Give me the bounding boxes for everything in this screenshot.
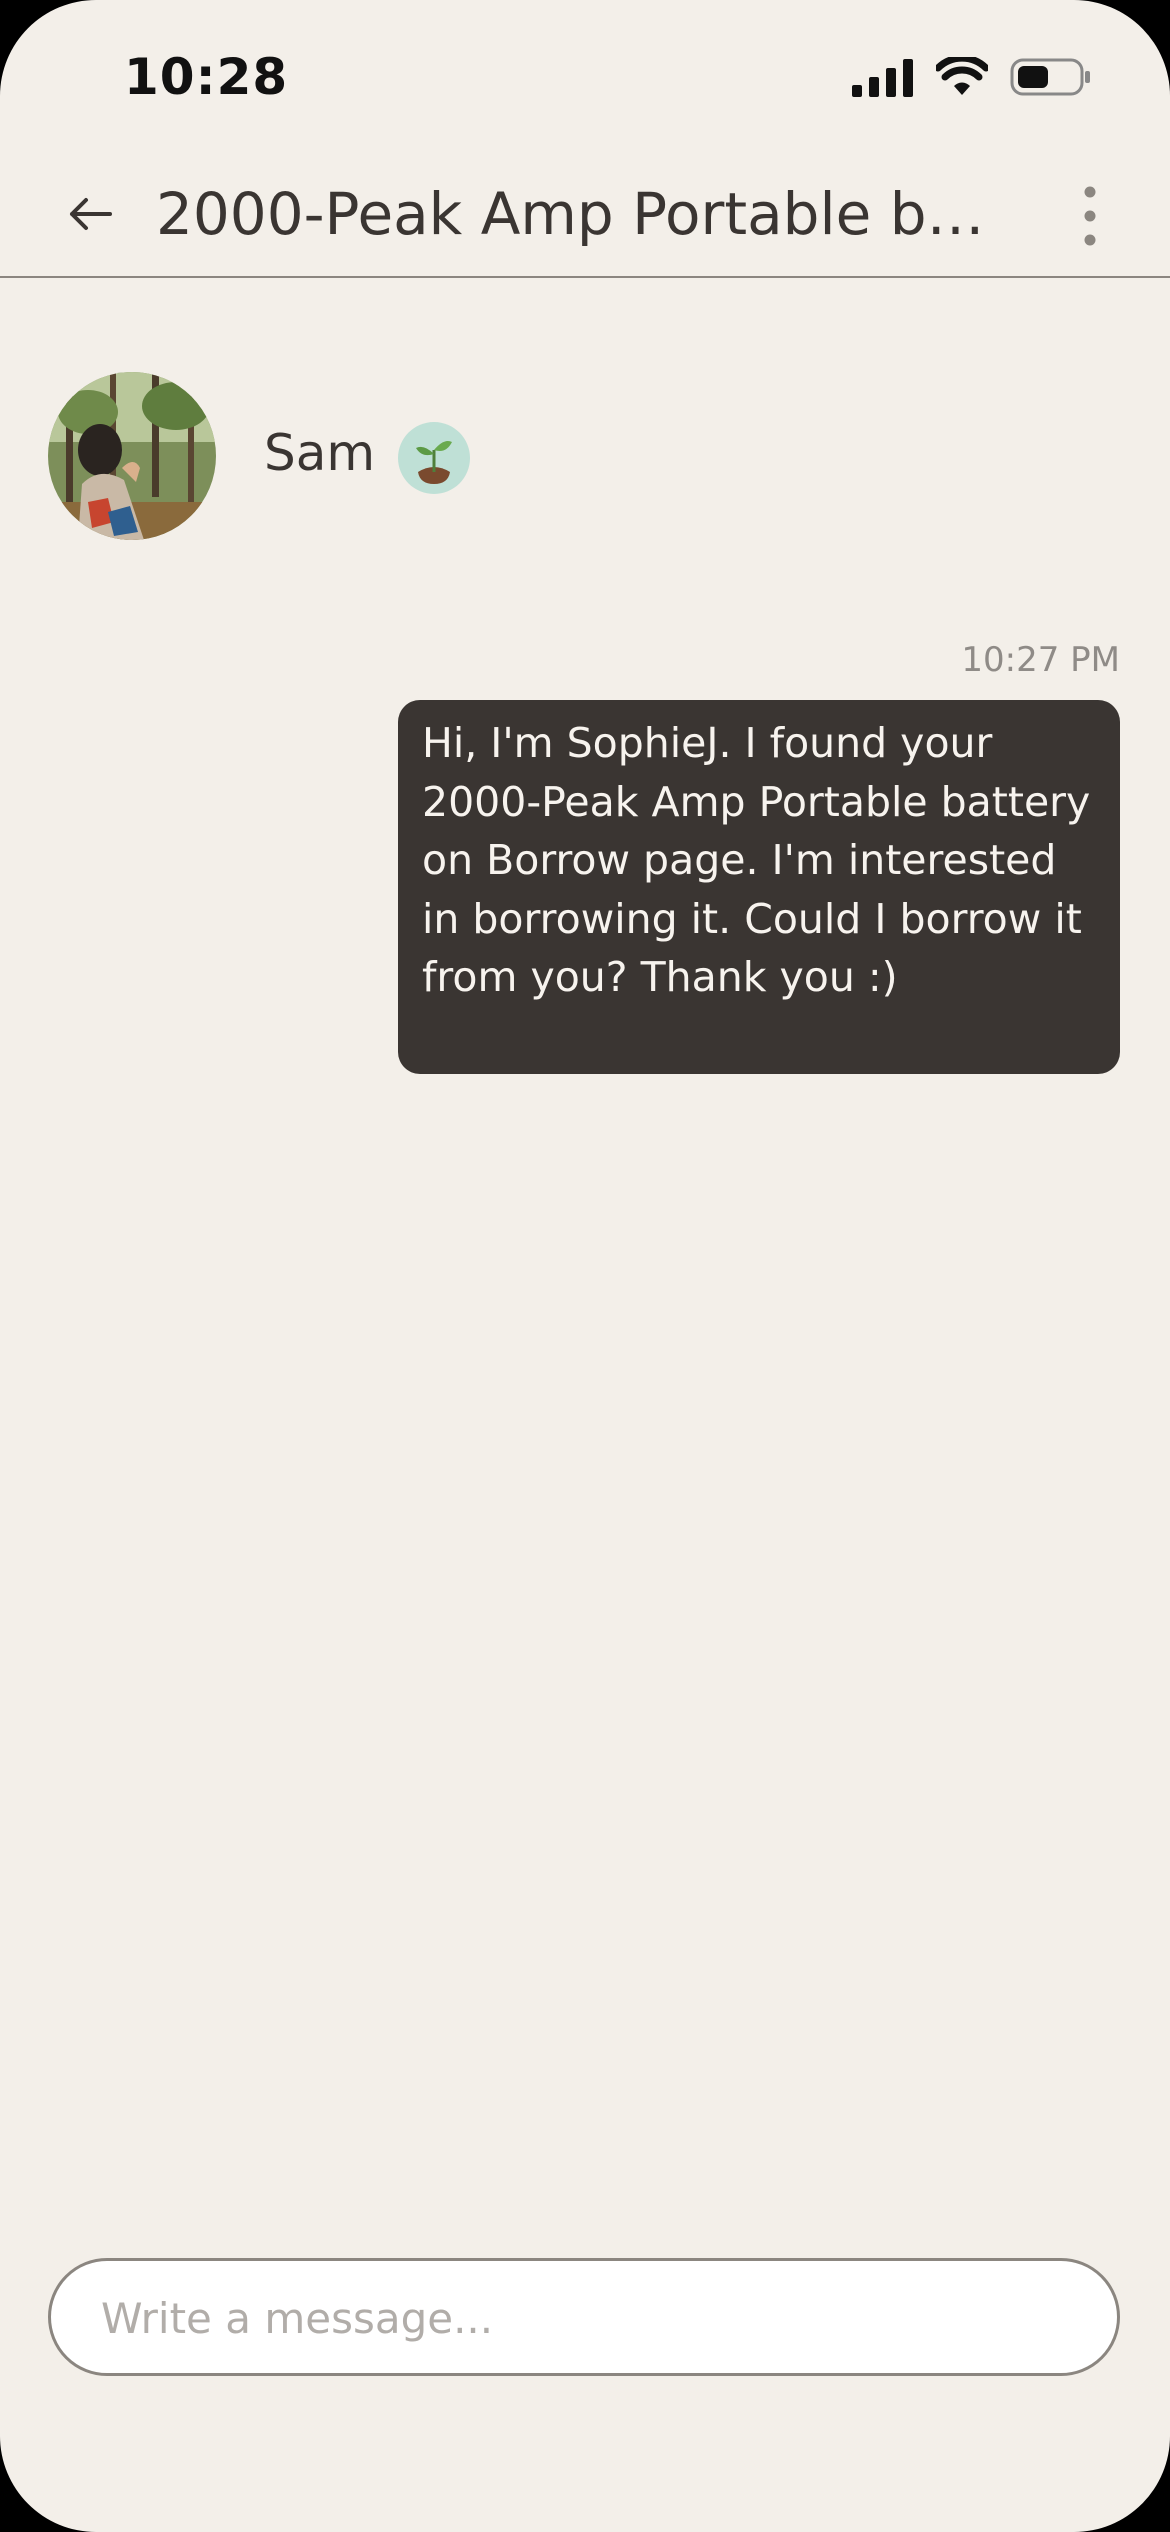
message-text: Hi, I'm SophieJ. I found your 2000-Peak … <box>422 719 1091 1001</box>
more-vertical-icon <box>1082 185 1098 251</box>
sprout-icon <box>398 422 470 494</box>
more-options-button[interactable] <box>1062 178 1118 258</box>
message-input[interactable] <box>99 2261 1063 2375</box>
arrow-left-icon <box>68 197 112 235</box>
avatar[interactable] <box>48 372 216 540</box>
signal-icon <box>852 57 914 101</box>
contact-name: Sam <box>264 424 376 482</box>
page-title: 2000-Peak Amp Portable battery <box>156 180 1016 248</box>
status-icons <box>852 54 1092 104</box>
status-time: 10:28 <box>124 48 289 106</box>
battery-icon <box>1010 57 1092 101</box>
message-bubble: Hi, I'm SophieJ. I found your 2000-Peak … <box>398 700 1120 1074</box>
message-composer <box>48 2258 1120 2376</box>
wifi-icon <box>934 54 990 101</box>
chat-screen: 10:28 2000-Peak Amp Portable battery Sam… <box>0 0 1170 2532</box>
back-button[interactable] <box>62 188 118 244</box>
chat-header: 2000-Peak Amp Portable battery <box>0 160 1170 278</box>
message-timestamp: 10:27 PM <box>961 640 1120 680</box>
